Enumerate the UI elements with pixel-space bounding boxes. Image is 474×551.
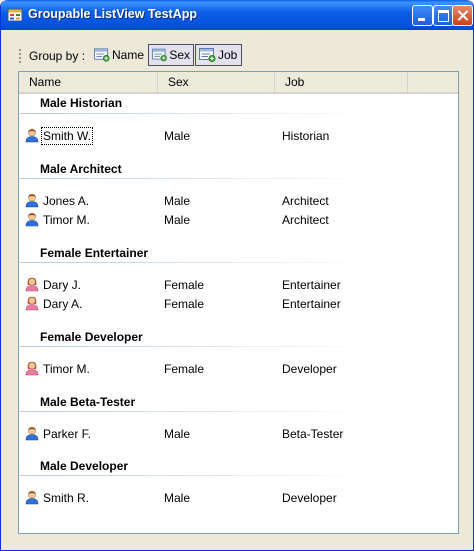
app-window: Groupable ListView TestApp Group by : Na…: [0, 0, 474, 551]
female-user-icon: [24, 360, 40, 376]
group-add-icon: [152, 48, 167, 62]
item-job: Architect: [282, 194, 329, 208]
list-item[interactable]: Smith W. Male Historian: [19, 127, 458, 145]
item-sex: Male: [164, 194, 191, 208]
list-item[interactable]: Jones A. Male Architect: [19, 192, 458, 210]
male-user-icon: [24, 192, 40, 208]
item-job: Developer: [282, 491, 337, 505]
item-job: Architect: [282, 213, 329, 227]
item-job: Historian: [282, 129, 330, 143]
item-name: Smith R.: [43, 491, 90, 505]
list-item[interactable]: Parker F. Male Beta-Tester: [19, 425, 458, 443]
item-job: Entertainer: [282, 278, 341, 292]
item-name: Jones A.: [43, 194, 90, 208]
group-divider: [20, 411, 370, 412]
male-user-icon: [24, 211, 40, 227]
minimize-button[interactable]: [412, 5, 433, 26]
group-by-name-label: Name: [111, 48, 144, 62]
female-user-icon: [24, 295, 40, 311]
item-sex: Female: [164, 278, 205, 292]
male-user-icon: [24, 489, 40, 505]
item-sex: Female: [164, 297, 205, 311]
group-header[interactable]: Male Developer: [40, 459, 128, 473]
male-user-icon: [24, 425, 40, 441]
group-divider: [20, 113, 370, 114]
male-user-icon: [24, 127, 40, 143]
toolbar-grip[interactable]: [19, 49, 21, 63]
item-name: Timor M.: [43, 213, 90, 227]
list-header: Name Sex Job: [19, 72, 458, 94]
list-item[interactable]: Dary A. Female Entertainer: [19, 295, 458, 313]
app-icon: [7, 8, 23, 22]
column-header-sex[interactable]: Sex: [158, 72, 275, 92]
group-by-sex-label: Sex: [169, 48, 190, 62]
group-by-job-button[interactable]: Job: [195, 44, 242, 66]
item-job: Developer: [282, 362, 337, 376]
list-item[interactable]: Timor M. Female Developer: [19, 360, 458, 378]
grouped-list-view[interactable]: Name Sex Job Male Historian Smith W. Mal…: [18, 71, 459, 534]
column-header-name[interactable]: Name: [19, 72, 158, 92]
item-sex: Male: [164, 213, 191, 227]
group-add-icon: [94, 48, 110, 62]
group-header[interactable]: Male Beta-Tester: [40, 395, 135, 409]
group-by-job-label: Job: [218, 48, 238, 62]
item-job: Entertainer: [282, 297, 341, 311]
group-header[interactable]: Female Entertainer: [40, 246, 148, 260]
group-by-name-button[interactable]: Name: [91, 44, 147, 66]
group-header[interactable]: Female Developer: [40, 330, 143, 344]
group-by-label: Group by :: [29, 49, 86, 63]
item-name: Dary A.: [43, 297, 83, 311]
item-sex: Male: [164, 427, 191, 441]
item-name: Smith W.: [40, 127, 94, 145]
group-by-toolbar: Group by : Name Sex Job: [17, 43, 245, 68]
item-sex: Male: [164, 491, 191, 505]
maximize-button[interactable]: [433, 5, 454, 26]
item-sex: Female: [164, 362, 205, 376]
group-divider: [20, 178, 370, 179]
female-user-icon: [24, 276, 40, 292]
window-title: Groupable ListView TestApp: [28, 7, 198, 21]
item-name: Timor M.: [43, 362, 90, 376]
group-divider: [20, 475, 370, 476]
column-header-job[interactable]: Job: [275, 72, 408, 92]
item-sex: Male: [164, 129, 191, 143]
group-header[interactable]: Male Historian: [40, 96, 122, 110]
item-name: Dary J.: [43, 278, 82, 292]
group-header[interactable]: Male Architect: [40, 162, 122, 176]
list-item[interactable]: Timor M. Male Architect: [19, 211, 458, 229]
list-item[interactable]: Dary J. Female Entertainer: [19, 276, 458, 294]
group-add-icon: [199, 48, 216, 62]
group-divider: [20, 262, 370, 263]
list-item[interactable]: Smith R. Male Developer: [19, 489, 458, 507]
title-bar[interactable]: Groupable ListView TestApp: [1, 0, 473, 30]
group-divider: [20, 346, 370, 347]
group-by-sex-button[interactable]: Sex: [148, 44, 194, 66]
item-name: Parker F.: [43, 427, 92, 441]
close-button[interactable]: [452, 5, 473, 26]
item-job: Beta-Tester: [282, 427, 344, 441]
